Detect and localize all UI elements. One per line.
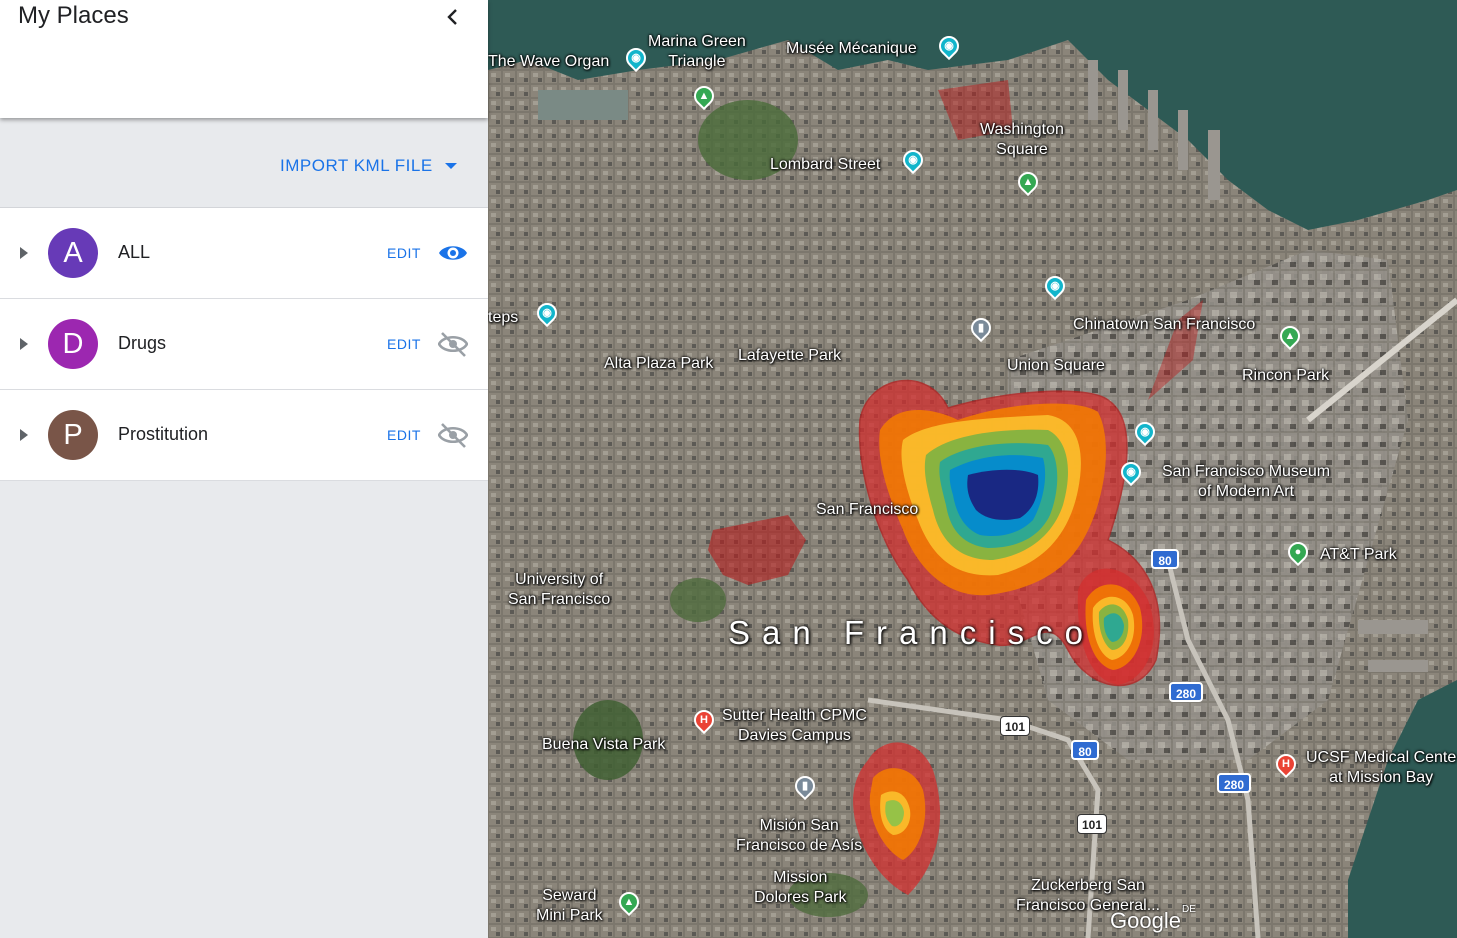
- avatar: D: [48, 319, 98, 369]
- edit-button[interactable]: EDIT: [387, 245, 421, 261]
- interstate-80-shield: 80: [1071, 740, 1099, 760]
- map-label-mission-dolores-park: Mission Dolores Park: [754, 869, 847, 906]
- panel-header: My Places: [0, 0, 488, 118]
- map-label-wave-organ: The Wave Organ: [488, 53, 610, 70]
- map-view[interactable]: The Wave Organ Marina Green Triangle Mus…: [488, 0, 1457, 938]
- map-label-lombard-street[interactable]: Lombard Street: [770, 155, 880, 175]
- map-label-mision-san-francisco[interactable]: Misión San Francisco de Asís: [736, 816, 862, 856]
- eye-off-icon: [438, 332, 468, 357]
- visibility-toggle[interactable]: [436, 236, 470, 270]
- interstate-280-shield: 280: [1217, 773, 1251, 793]
- panel-title: My Places: [18, 2, 129, 29]
- collapse-panel-button[interactable]: [438, 2, 468, 32]
- map-label-sutter-health[interactable]: Sutter Health CPMC Davies Campus: [722, 706, 867, 746]
- map-label-san-francisco-small: San Francisco: [816, 501, 919, 518]
- map-label-sfmoma[interactable]: San Francisco Museum of Modern Art: [1162, 462, 1330, 502]
- avatar: P: [48, 410, 98, 460]
- dropdown-arrow-icon: [444, 163, 457, 169]
- interstate-280-shield: 280: [1169, 682, 1203, 702]
- edit-button[interactable]: EDIT: [387, 427, 421, 443]
- layer-row-prostitution: P Prostitution EDIT: [0, 390, 488, 481]
- chevron-left-icon: [447, 9, 457, 25]
- logo-suffix: DE: [1182, 904, 1196, 915]
- avatar: A: [48, 228, 98, 278]
- map-label-chinatown[interactable]: Chinatown San Francisco: [1073, 315, 1255, 335]
- layer-list: A ALL EDIT D Drugs EDIT P Prostitution E…: [0, 208, 488, 481]
- edit-button[interactable]: EDIT: [387, 336, 421, 352]
- layer-name: Prostitution: [118, 424, 209, 444]
- map-label-att-park: AT&T Park: [1320, 546, 1397, 563]
- map-label-city: San Francisco: [728, 614, 1095, 651]
- map-label-buena-vista-park: Buena Vista Park: [542, 736, 666, 753]
- import-row: IMPORT KML FILE: [0, 118, 488, 208]
- map-label-usf[interactable]: University of San Francisco: [508, 570, 610, 610]
- layer-name: Drugs: [118, 333, 167, 353]
- import-kml-button[interactable]: IMPORT KML FILE: [280, 156, 457, 176]
- my-places-panel: My Places IMPORT KML FILE A ALL EDIT D D…: [0, 0, 488, 938]
- eye-icon: [439, 246, 467, 260]
- eye-off-icon: [438, 423, 468, 448]
- expand-arrow-icon[interactable]: [18, 245, 30, 261]
- map-label-ucsf[interactable]: UCSF Medical Cente at Mission Bay: [1306, 748, 1456, 788]
- map-label-steps: teps: [488, 309, 519, 326]
- visibility-toggle[interactable]: [436, 418, 470, 452]
- map-label-marina-green: Marina Green Triangle: [648, 33, 746, 70]
- map-label-lafayette-park: Lafayette Park: [738, 347, 842, 364]
- interstate-80-shield: 80: [1151, 549, 1179, 569]
- map-label-rincon-park: Rincon Park: [1242, 367, 1330, 384]
- google-logo: Google: [1110, 908, 1181, 933]
- us-101-shield: 101: [1000, 716, 1030, 736]
- visibility-toggle[interactable]: [436, 327, 470, 361]
- us-101-shield: 101: [1077, 814, 1107, 834]
- import-kml-label: IMPORT KML FILE: [280, 156, 433, 175]
- expand-arrow-icon[interactable]: [18, 336, 30, 352]
- map-label-seward-mini-park: Seward Mini Park: [536, 887, 603, 924]
- map-label-musee-mecanique[interactable]: Musée Mécanique: [786, 39, 917, 59]
- expand-arrow-icon[interactable]: [18, 427, 30, 443]
- layer-name: ALL: [118, 242, 151, 262]
- map-label-washington-square: Washington Square: [980, 121, 1064, 158]
- map-label-union-square: Union Square: [1007, 357, 1105, 374]
- layer-row-all: A ALL EDIT: [0, 208, 488, 299]
- map-label-alta-plaza-park: Alta Plaza Park: [604, 355, 714, 372]
- layer-row-drugs: D Drugs EDIT: [0, 299, 488, 390]
